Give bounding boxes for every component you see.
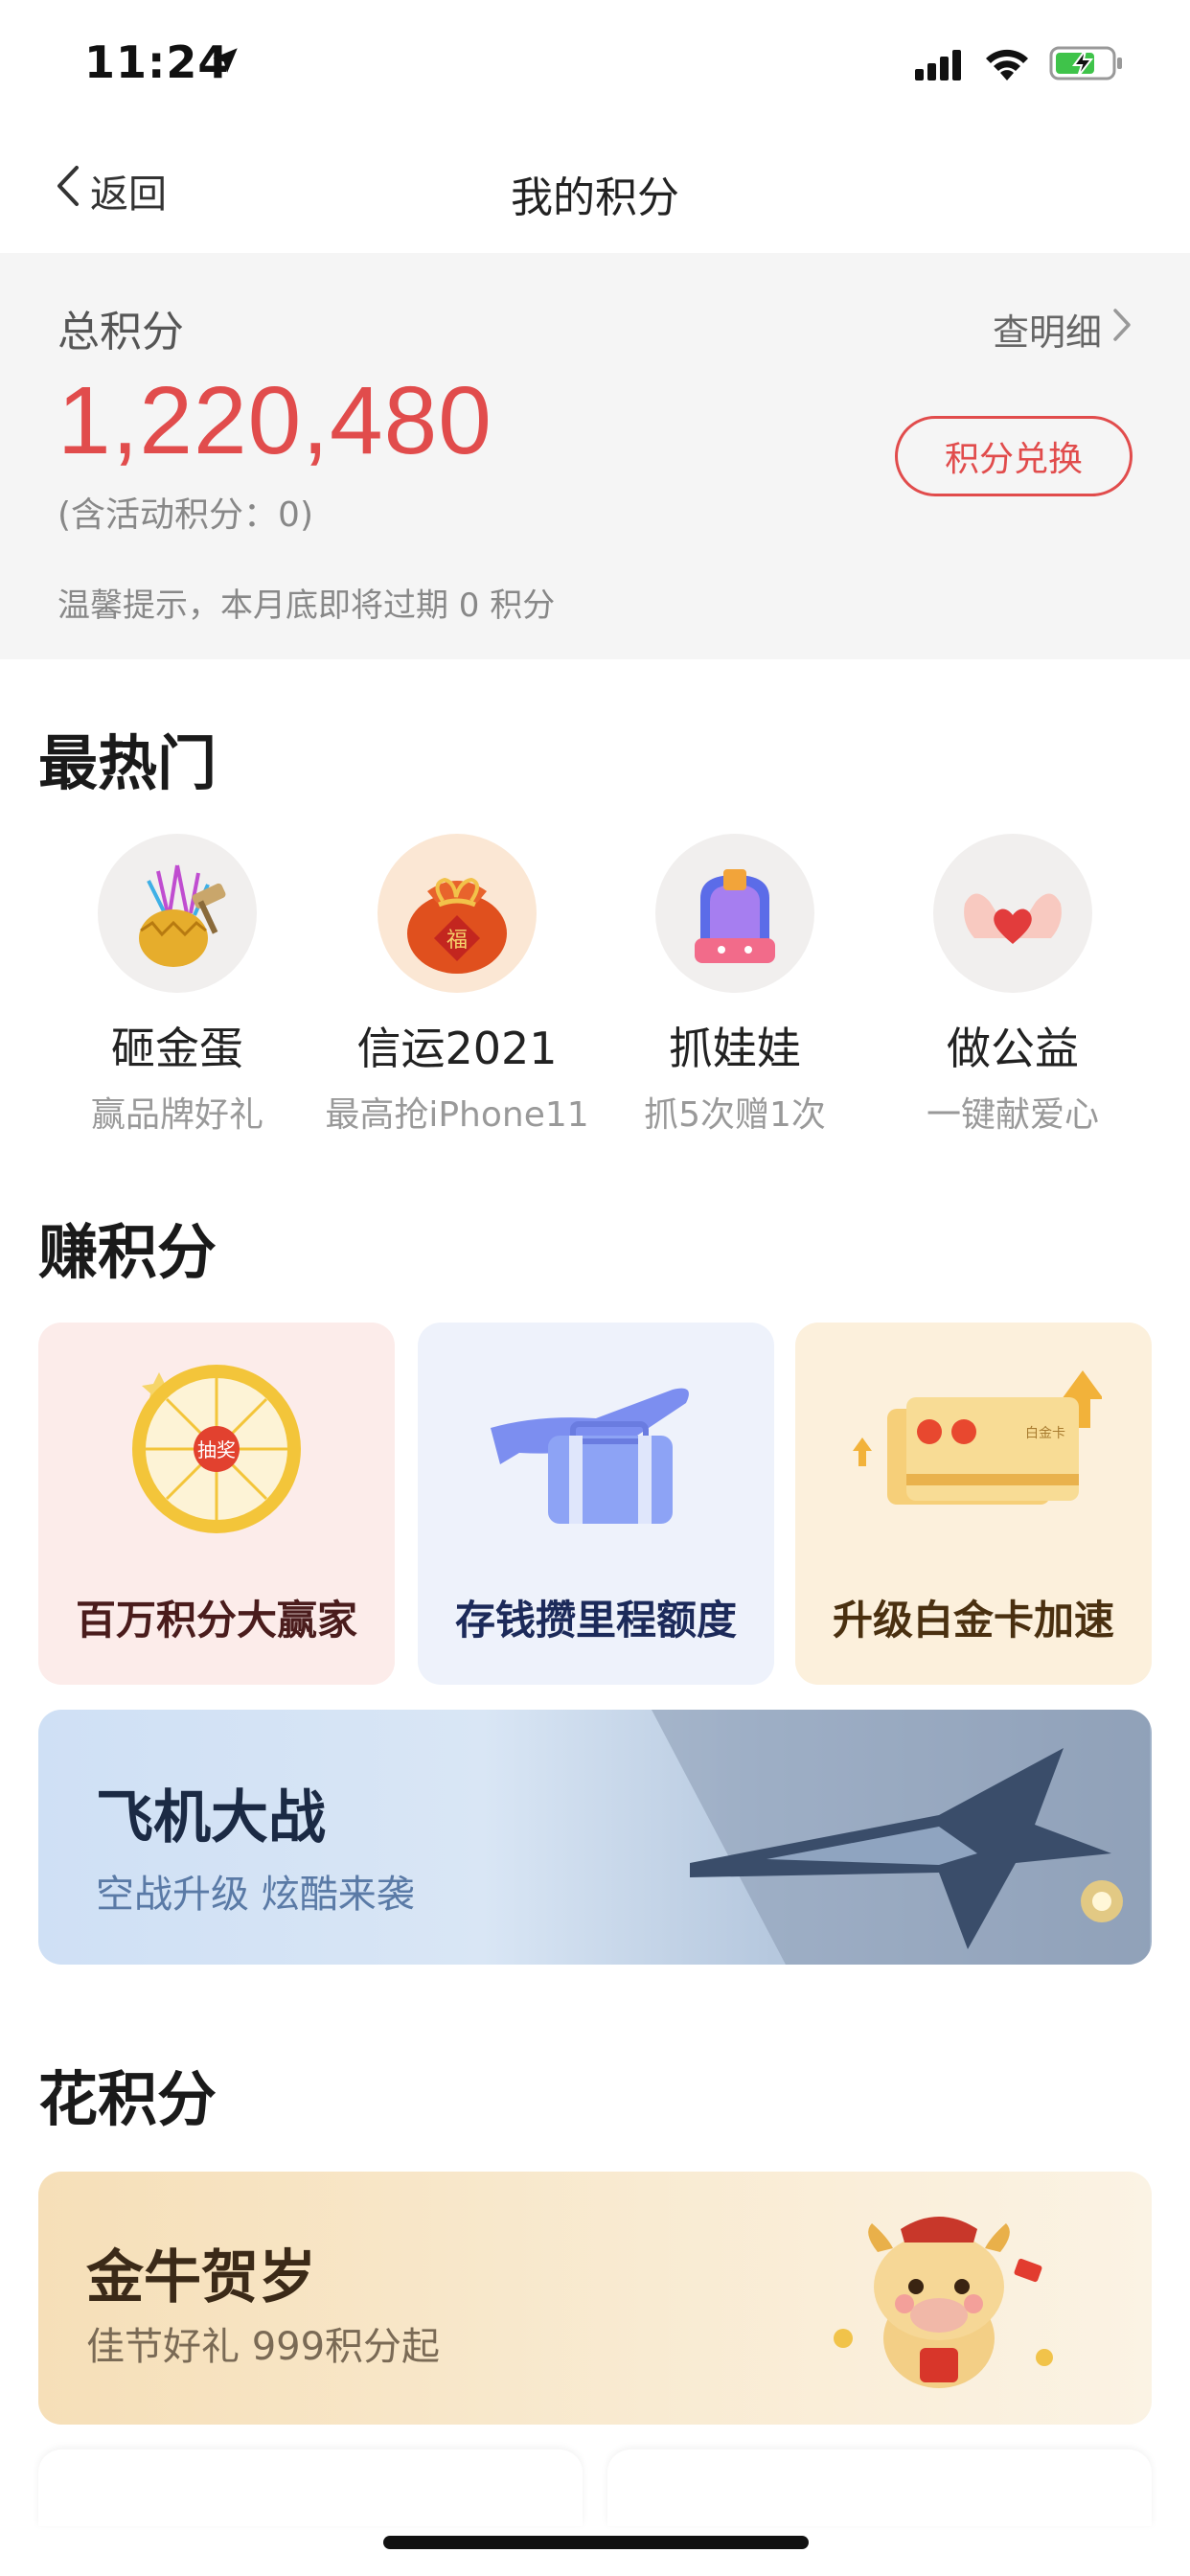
banner-subtitle: 空战升级 炫酷来袭 <box>96 1873 415 1917</box>
expiry-tip: 温馨提示，本月底即将过期 0 积分 <box>57 586 556 625</box>
golden-egg-icon <box>98 834 257 993</box>
banner-title: 飞机大战 <box>96 1784 326 1852</box>
view-details-link[interactable]: 查明细 <box>993 303 1133 356</box>
hot-section-title: 最热门 <box>38 728 217 798</box>
heart-hands-icon <box>933 834 1092 993</box>
claw-machine-icon <box>655 834 814 993</box>
location-arrow-icon <box>209 44 241 80</box>
spend-card-title: 金牛贺岁 <box>86 2244 316 2312</box>
golden-ox-icon <box>805 2195 1073 2409</box>
total-points-label: 总积分 <box>57 308 184 356</box>
earn-card-label: 百万积分大赢家 <box>75 1597 357 1644</box>
status-time: 11:24 <box>84 36 230 88</box>
spend-item-card[interactable] <box>607 2450 1152 2526</box>
status-bar: 11:24 <box>0 0 1190 126</box>
spend-card-subtitle: 佳节好礼 999积分起 <box>86 2325 441 2369</box>
hot-item-name: 做公益 <box>947 1023 1079 1074</box>
fighter-jet-icon <box>652 1710 1150 1965</box>
nav-bar: 返回 我的积分 <box>0 126 1190 253</box>
hot-item-name: 砸金蛋 <box>111 1023 243 1074</box>
earn-card-mileage[interactable]: 存钱攒里程额度 <box>418 1322 774 1685</box>
spend-section-title: 花积分 <box>38 2064 217 2134</box>
card-face-text: 白金卡 <box>1025 1426 1065 1441</box>
plane-suitcase-icon <box>481 1361 711 1537</box>
hot-item-name: 抓娃娃 <box>669 1023 801 1074</box>
hot-item-name: 信运2021 <box>356 1023 558 1074</box>
wifi-icon <box>982 44 1032 86</box>
wheel-center-text: 抽奖 <box>197 1438 236 1461</box>
hot-items: 砸金蛋 赢品牌好礼 福 信运2021 最高抢iPhone11 抓娃娃 抓5次赠1… <box>0 834 1190 1135</box>
earn-section-title: 赚积分 <box>38 1217 217 1287</box>
points-exchange-button[interactable]: 积分兑换 <box>895 416 1133 496</box>
lucky-bag-icon: 福 <box>378 834 537 993</box>
hot-item-charity[interactable]: 做公益 一键献爱心 <box>874 834 1152 1137</box>
points-summary: 总积分 查明细 1,220,480 (含活动积分：0) 积分兑换 温馨提示，本月… <box>0 253 1190 659</box>
lottery-wheel-icon: 抽奖 <box>121 1344 312 1539</box>
plane-war-banner[interactable]: 飞机大战 空战升级 炫酷来袭 <box>38 1710 1152 1965</box>
golden-ox-card[interactable]: 金牛贺岁 佳节好礼 999积分起 <box>38 2172 1152 2425</box>
earn-card-platinum[interactable]: 白金卡 升级白金卡加速 <box>795 1322 1152 1685</box>
hot-item-claw-machine[interactable]: 抓娃娃 抓5次赠1次 <box>596 834 874 1137</box>
hot-item-golden-egg[interactable]: 砸金蛋 赢品牌好礼 <box>38 834 316 1137</box>
page-title: 我的积分 <box>511 173 679 222</box>
platinum-card-icon: 白金卡 <box>843 1361 1104 1537</box>
earn-card-label: 升级白金卡加速 <box>832 1597 1114 1644</box>
svg-text:福: 福 <box>446 929 468 953</box>
chevron-right-icon <box>1111 307 1133 352</box>
earn-card-label: 存钱攒里程额度 <box>454 1597 737 1644</box>
home-indicator <box>383 2536 809 2549</box>
hot-item-sub: 最高抢iPhone11 <box>325 1095 589 1135</box>
battery-charging-icon <box>1049 44 1126 86</box>
spend-item-card[interactable] <box>38 2450 583 2526</box>
view-details-label: 查明细 <box>992 311 1102 354</box>
earn-card-lottery[interactable]: 抽奖 百万积分大赢家 <box>38 1322 395 1685</box>
hot-item-sub: 抓5次赠1次 <box>644 1095 826 1135</box>
hot-item-sub: 赢品牌好礼 <box>90 1095 263 1135</box>
hot-item-sub: 一键献爱心 <box>926 1095 1099 1135</box>
total-points-value: 1,220,480 <box>57 367 492 474</box>
activity-points-note: (含活动积分：0) <box>57 495 313 535</box>
cellular-signal-icon <box>915 48 969 84</box>
hot-item-lucky-2021[interactable]: 福 信运2021 最高抢iPhone11 <box>318 834 596 1137</box>
